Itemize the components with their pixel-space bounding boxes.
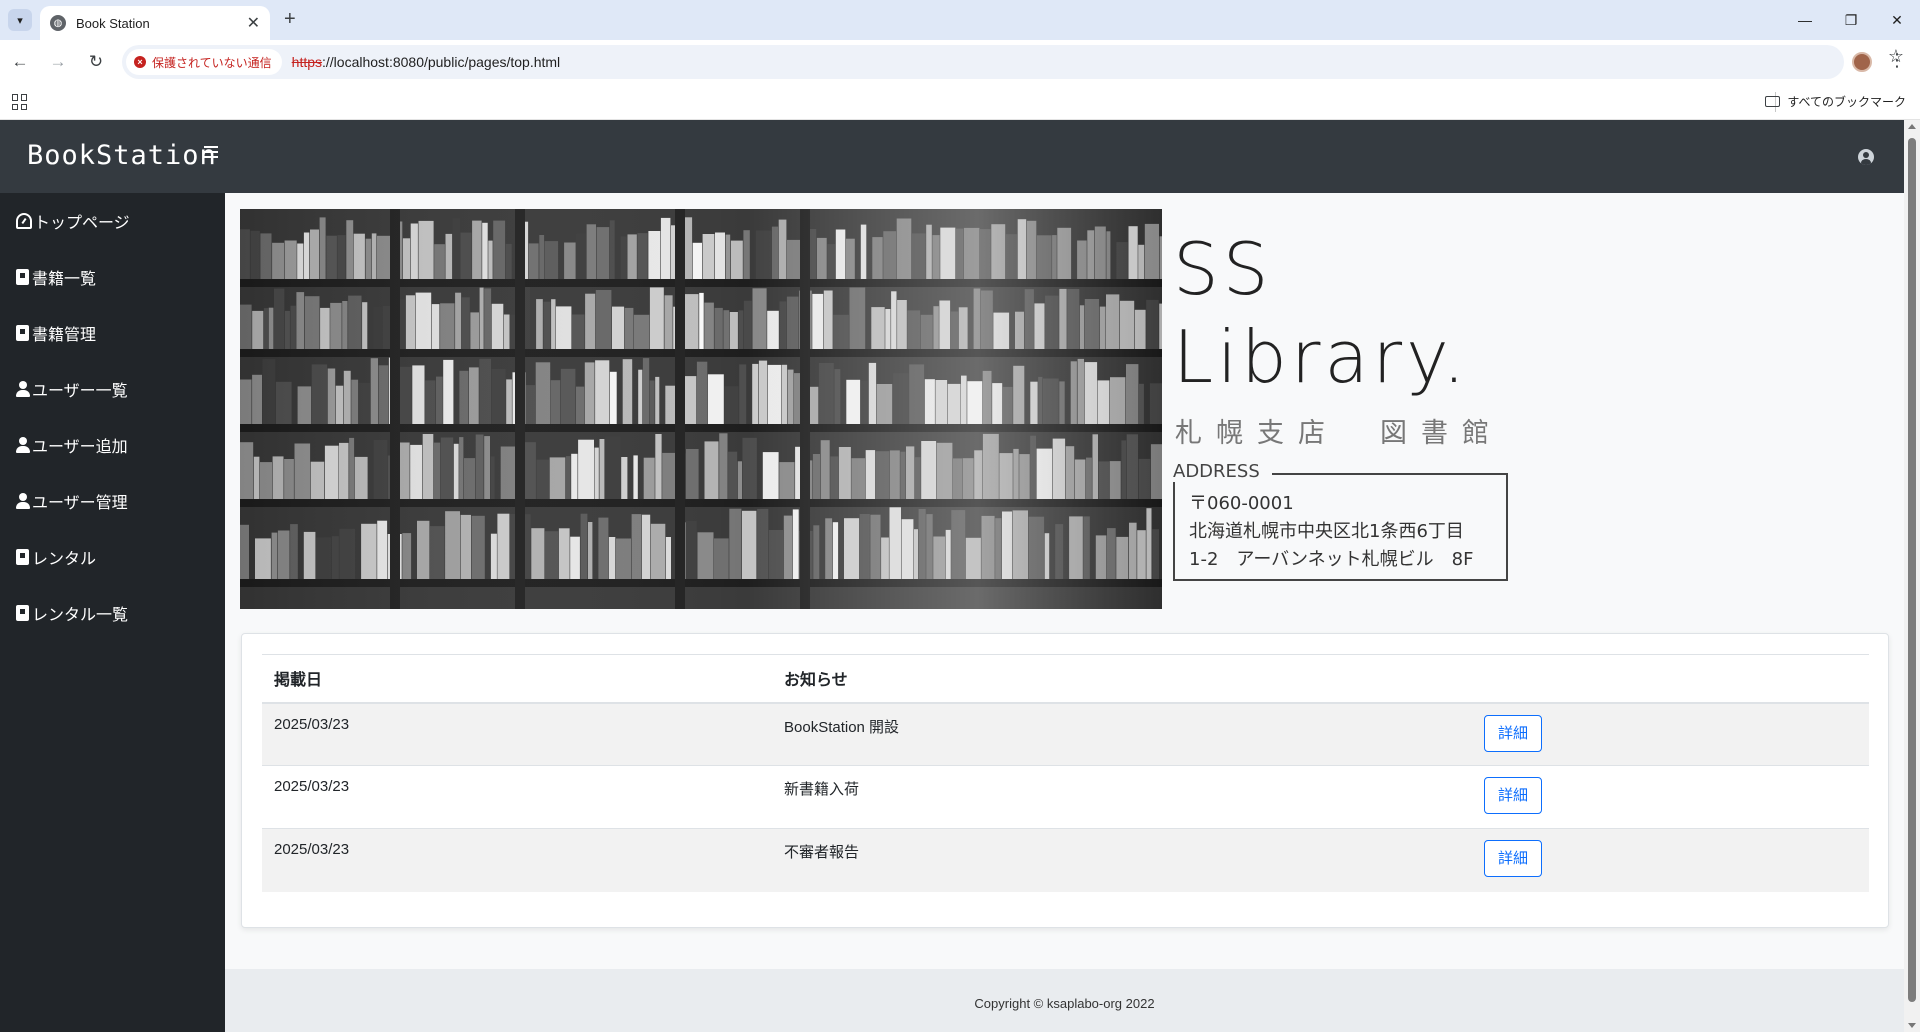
detail-button[interactable]: 詳細 bbox=[1484, 777, 1542, 814]
window-controls: — ❐ ✕ bbox=[1782, 0, 1920, 40]
news-title: 不審者報告 bbox=[772, 828, 1472, 892]
detail-button[interactable]: 詳細 bbox=[1484, 714, 1542, 752]
sidebar-item-rental[interactable]: レンタル bbox=[16, 545, 96, 569]
back-button[interactable]: ← bbox=[2, 44, 38, 80]
security-label: 保護されていない通信 bbox=[152, 55, 272, 70]
news-action-cell: 詳細 bbox=[1472, 828, 1869, 892]
browser-menu-icon[interactable]: ⋮ bbox=[1888, 50, 1906, 71]
page-viewport: BookStation トップページ 書籍一覧 書籍管理 ユーザー一覧 ユーザー… bbox=[0, 120, 1920, 1032]
address-box: ADDRESS 〒060-0001 北海道札幌市中央区北1条西6丁目 1-2 ア… bbox=[1173, 461, 1508, 581]
security-chip[interactable]: × 保護されていない通信 bbox=[126, 49, 282, 75]
library-title-line2: Library. bbox=[1173, 315, 1470, 399]
sidebar-item-label: ユーザー管理 bbox=[32, 495, 128, 512]
tab-close-icon[interactable]: ✕ bbox=[247, 13, 260, 33]
sidebar-item-label: 書籍一覧 bbox=[32, 271, 97, 288]
news-table: 掲載日 お知らせ 2025/03/23 BookStation 開設 詳細 20… bbox=[262, 654, 1869, 892]
news-card: 掲載日 お知らせ 2025/03/23 BookStation 開設 詳細 20… bbox=[241, 633, 1889, 928]
all-bookmarks-button[interactable]: すべてのブックマーク bbox=[1765, 93, 1906, 110]
book-icon bbox=[16, 325, 29, 341]
profile-avatar[interactable] bbox=[1852, 52, 1872, 72]
browser-toolbar: ← → ↻ × 保護されていない通信 https://localhost:808… bbox=[0, 40, 1920, 84]
column-header-notice: お知らせ bbox=[772, 654, 1472, 704]
news-date: 2025/03/23 bbox=[262, 828, 772, 892]
user-icon bbox=[16, 381, 30, 397]
table-row: 2025/03/23 新書籍入荷 詳細 bbox=[262, 765, 1869, 829]
sidebar-item-book-management[interactable]: 書籍管理 bbox=[16, 321, 96, 345]
book-icon bbox=[16, 605, 29, 621]
news-action-cell: 詳細 bbox=[1472, 765, 1869, 829]
page-footer: Copyright © ksaplabo-org 2022 bbox=[225, 969, 1904, 1032]
sidebar-item-user-add[interactable]: ユーザー追加 bbox=[16, 433, 128, 457]
warning-icon: × bbox=[134, 56, 146, 68]
table-header-row: 掲載日 お知らせ bbox=[262, 654, 1869, 704]
news-date: 2025/03/23 bbox=[262, 702, 772, 766]
sidebar-item-label: トップページ bbox=[34, 215, 130, 232]
news-date: 2025/03/23 bbox=[262, 765, 772, 829]
news-title: BookStation 開設 bbox=[772, 702, 1472, 766]
browser-tab[interactable]: ◍ Book Station ✕ bbox=[40, 6, 270, 40]
address-box-border bbox=[1265, 473, 1508, 475]
apps-grid-icon[interactable] bbox=[12, 94, 28, 110]
page-scrollbar[interactable] bbox=[1904, 120, 1920, 1032]
folder-icon bbox=[1765, 96, 1781, 107]
sidebar-item-label: レンタル bbox=[32, 551, 97, 568]
news-action-cell: 詳細 bbox=[1472, 702, 1869, 766]
user-account-icon[interactable] bbox=[1858, 149, 1874, 165]
address-title: ADDRESS bbox=[1173, 461, 1272, 482]
globe-icon: ◍ bbox=[50, 15, 66, 31]
top-navbar: BookStation bbox=[0, 120, 1904, 193]
library-title-line1: SS bbox=[1173, 227, 1273, 311]
table-row: 2025/03/23 不審者報告 詳細 bbox=[262, 828, 1869, 892]
url-text[interactable]: https://localhost:8080/public/pages/top.… bbox=[292, 54, 561, 70]
minimize-button[interactable]: — bbox=[1782, 0, 1828, 40]
browser-tab-strip: ▾ ◍ Book Station ✕ + — ❐ ✕ bbox=[0, 0, 1920, 40]
user-icon bbox=[16, 493, 30, 509]
column-header-date: 掲載日 bbox=[262, 654, 772, 704]
sidebar-item-user-list[interactable]: ユーザー一覧 bbox=[16, 377, 128, 401]
main-content: SS Library. 札幌支店 図書館 ADDRESS 〒060-0001 北… bbox=[225, 193, 1904, 1032]
detail-button[interactable]: 詳細 bbox=[1484, 840, 1542, 877]
all-bookmarks-label: すべてのブックマーク bbox=[1787, 95, 1906, 109]
sidebar: トップページ 書籍一覧 書籍管理 ユーザー一覧 ユーザー追加 ユーザー管理 レン… bbox=[0, 193, 225, 1032]
url-scheme: https bbox=[291, 54, 323, 70]
bookmarks-bar: すべてのブックマーク bbox=[0, 84, 1920, 120]
scroll-down-arrow-icon[interactable] bbox=[1908, 1023, 1916, 1028]
bookshelf-photo bbox=[240, 209, 1162, 609]
news-title: 新書籍入荷 bbox=[772, 765, 1472, 829]
tab-search-button[interactable]: ▾ bbox=[8, 9, 32, 31]
sidebar-item-label: レンタル一覧 bbox=[32, 607, 129, 624]
sidebar-item-user-management[interactable]: ユーザー管理 bbox=[16, 489, 128, 513]
address-postal: 〒060-0001 bbox=[1189, 493, 1294, 514]
table-row: 2025/03/23 BookStation 開設 詳細 bbox=[262, 702, 1869, 766]
reload-button[interactable]: ↻ bbox=[78, 44, 114, 80]
sidebar-item-book-list[interactable]: 書籍一覧 bbox=[16, 265, 96, 289]
new-tab-button[interactable]: + bbox=[284, 8, 296, 31]
library-subtitle: 札幌支店 図書館 bbox=[1175, 418, 1503, 449]
book-icon bbox=[16, 269, 29, 285]
address-building: 1-2 アーバンネット札幌ビル 8F bbox=[1189, 549, 1474, 570]
tab-title: Book Station bbox=[76, 15, 150, 31]
url-rest: ://localhost:8080/public/pages/top.html bbox=[322, 54, 561, 70]
sidebar-item-label: 書籍管理 bbox=[32, 327, 97, 344]
address-street: 北海道札幌市中央区北1条西6丁目 bbox=[1189, 521, 1464, 542]
sidebar-item-top-page[interactable]: トップページ bbox=[16, 209, 130, 233]
sidebar-toggle-icon[interactable] bbox=[204, 146, 218, 158]
dashboard-icon bbox=[16, 213, 32, 229]
book-icon bbox=[16, 549, 29, 565]
forward-button[interactable]: → bbox=[40, 44, 76, 80]
sidebar-item-label: ユーザー追加 bbox=[32, 439, 128, 456]
close-window-button[interactable]: ✕ bbox=[1874, 0, 1920, 40]
user-icon bbox=[16, 437, 30, 453]
restore-button[interactable]: ❐ bbox=[1828, 0, 1874, 40]
address-bar[interactable]: × 保護されていない通信 https://localhost:8080/publ… bbox=[122, 45, 1844, 79]
column-header-action bbox=[1472, 654, 1869, 704]
scroll-up-arrow-icon[interactable] bbox=[1908, 124, 1916, 129]
sidebar-item-rental-list[interactable]: レンタル一覧 bbox=[16, 601, 128, 625]
scrollbar-thumb[interactable] bbox=[1908, 138, 1916, 1002]
sidebar-item-label: ユーザー一覧 bbox=[32, 383, 128, 400]
brand-logo[interactable]: BookStation bbox=[27, 140, 217, 171]
